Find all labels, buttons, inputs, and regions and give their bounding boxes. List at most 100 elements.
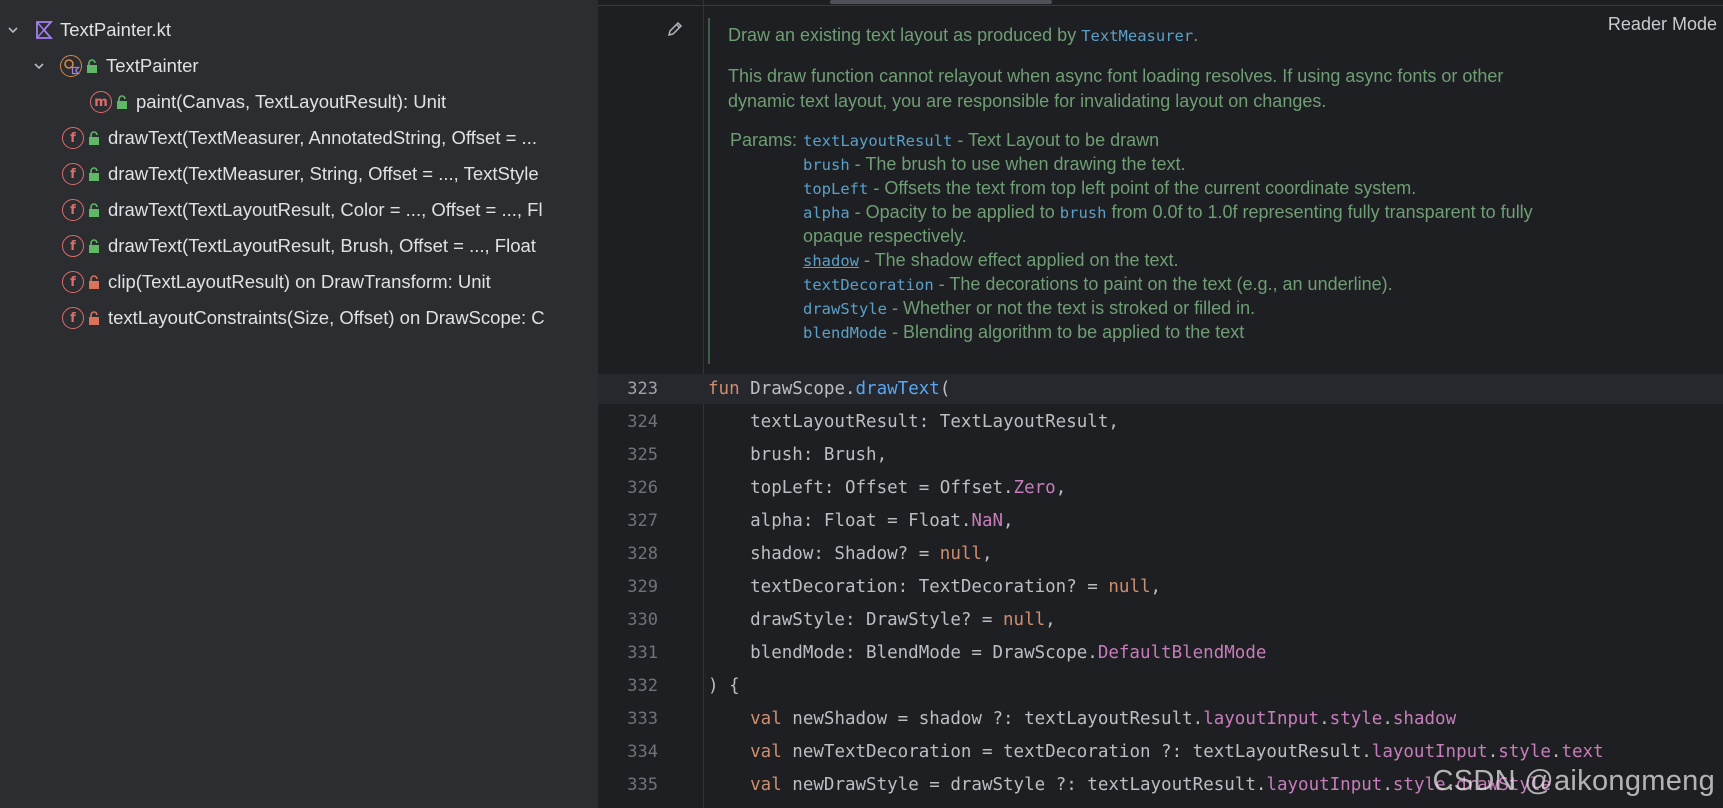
line-number[interactable]: 326 <box>598 473 658 503</box>
code-token: style <box>1498 742 1551 762</box>
param-name: textLayoutResult <box>803 132 953 150</box>
code-text[interactable]: val newShadow = shadow ?: textLayoutResu… <box>708 704 1456 734</box>
horizontal-scrollbar[interactable] <box>830 0 1052 4</box>
function-label: drawText(TextLayoutResult, Brush, Offset… <box>108 235 536 256</box>
code-text[interactable]: fun DrawScope.drawText( <box>708 374 950 404</box>
code-line[interactable]: 323 fun DrawScope.drawText( <box>598 374 1723 404</box>
tree-node-file[interactable]: TextPainter.kt <box>6 12 171 48</box>
rendered-doc-comment: Draw an existing text layout as produced… <box>708 18 1710 364</box>
param-item: textLayoutResult - Text Layout to be dra… <box>803 128 1159 153</box>
line-number[interactable]: 333 <box>598 704 658 734</box>
code-line[interactable]: 331 blendMode: BlendMode = DrawScope.Def… <box>598 638 1723 668</box>
code-token: . <box>1382 709 1393 729</box>
doc-summary-period: . <box>1193 25 1199 45</box>
code-text[interactable]: drawStyle: DrawStyle? = null, <box>708 605 1056 635</box>
code-line[interactable]: 324 textLayoutResult: TextLayoutResult, <box>598 407 1723 437</box>
chevron-down-icon[interactable] <box>6 23 20 37</box>
code-token: null <box>1003 610 1046 630</box>
tree-node-class[interactable]: TextPainter <box>32 48 199 84</box>
function-icon: f <box>62 307 84 329</box>
line-number[interactable]: 330 <box>598 605 658 635</box>
code-line[interactable]: 327 alpha: Float = Float.NaN, <box>598 506 1723 536</box>
function-icon: f <box>62 235 84 257</box>
tree-node-function[interactable]: f drawText(TextMeasurer, AnnotatedString… <box>62 120 537 156</box>
tree-node-function[interactable]: f drawText(TextLayoutResult, Brush, Offs… <box>62 228 536 264</box>
param-desc: - Opacity to be applied to <box>849 202 1060 222</box>
param-ref: brush <box>1059 204 1107 222</box>
param-item: blendMode - Blending algorithm to be app… <box>803 320 1244 345</box>
line-number[interactable]: 329 <box>598 572 658 602</box>
line-number[interactable]: 334 <box>598 737 658 767</box>
edit-pencil-icon[interactable] <box>666 20 684 38</box>
private-lock-icon <box>88 275 100 289</box>
param-desc: - Text Layout to be drawn <box>952 130 1160 150</box>
param-name: drawStyle <box>803 300 887 318</box>
param-desc: - The decorations to paint on the text (… <box>933 274 1393 294</box>
function-label: drawText(TextLayoutResult, Color = ..., … <box>108 199 543 220</box>
code-text[interactable]: textLayoutResult: TextLayoutResult, <box>708 407 1119 437</box>
code-token: DefaultBlendMode <box>1097 643 1267 663</box>
line-number[interactable]: 328 <box>598 539 658 569</box>
line-number[interactable]: 331 <box>598 638 658 668</box>
code-line[interactable]: 329 textDecoration: TextDecoration? = nu… <box>598 572 1723 602</box>
tree-node-function[interactable]: f clip(TextLayoutResult) on DrawTransfor… <box>62 264 491 300</box>
params-label: Params: <box>730 130 798 150</box>
code-text[interactable]: alpha: Float = Float.NaN, <box>708 506 1014 536</box>
code-token: , <box>1003 511 1014 531</box>
param-item: drawStyle - Whether or not the text is s… <box>803 296 1255 321</box>
code-token: val <box>708 775 793 795</box>
code-text[interactable]: shadow: Shadow? = null, <box>708 539 992 569</box>
code-token: layoutInput <box>1266 775 1383 795</box>
line-number[interactable]: 332 <box>598 671 658 701</box>
line-number[interactable]: 327 <box>598 506 658 536</box>
code-text[interactable]: blendMode: BlendMode = DrawScope.Default… <box>708 638 1266 668</box>
code-text[interactable]: topLeft: Offset = Offset.Zero, <box>708 473 1066 503</box>
code-token: . <box>1382 775 1393 795</box>
code-token: style <box>1329 709 1383 729</box>
chevron-down-icon[interactable] <box>32 59 46 73</box>
divider <box>598 5 1723 6</box>
code-token: , <box>1150 577 1162 597</box>
code-line[interactable]: 334 val newTextDecoration = textDecorati… <box>598 737 1723 767</box>
code-token: shadow: Shadow? = <box>708 544 940 564</box>
code-line[interactable]: 333 val newShadow = shadow ?: textLayout… <box>598 704 1723 734</box>
param-desc: - The brush to use when drawing the text… <box>849 154 1186 174</box>
line-number[interactable]: 323 <box>598 374 658 404</box>
tree-node-function[interactable]: f drawText(TextLayoutResult, Color = ...… <box>62 192 543 228</box>
class-name: TextPainter <box>106 55 199 76</box>
doc-link-textmeasurer[interactable]: TextMeasurer <box>1081 27 1193 45</box>
param-name: textDecoration <box>803 276 934 294</box>
param-name-link[interactable]: shadow <box>803 252 859 270</box>
code-line[interactable]: 325 brush: Brush, <box>598 440 1723 470</box>
function-icon: f <box>62 199 84 221</box>
method-label: paint(Canvas, TextLayoutResult): Unit <box>136 91 447 112</box>
code-line[interactable]: 328 shadow: Shadow? = null, <box>598 539 1723 569</box>
param-desc: - Whether or not the text is stroked or … <box>887 298 1256 318</box>
code-line[interactable]: 330 drawStyle: DrawStyle? = null, <box>598 605 1723 635</box>
code-line[interactable]: 332 ) { <box>598 671 1723 701</box>
tree-node-method[interactable]: m paint(Canvas, TextLayoutResult): Unit <box>90 84 446 120</box>
function-icon: f <box>62 163 84 185</box>
code-token: Zero <box>1013 478 1056 498</box>
code-token: ) { <box>708 676 740 696</box>
doc-note: This draw function cannot relayout when … <box>728 64 1503 114</box>
param-item: textDecoration - The decorations to pain… <box>803 272 1393 297</box>
code-text[interactable]: ) { <box>708 671 740 701</box>
code-text[interactable]: val newTextDecoration = textDecoration ?… <box>708 737 1603 767</box>
code-editor[interactable]: Reader Mode Draw an existing text layout… <box>598 0 1723 808</box>
code-text[interactable]: val newDrawStyle = drawStyle ?: textLayo… <box>708 770 1551 800</box>
line-number[interactable]: 335 <box>598 770 658 800</box>
param-desc: - Offsets the text from top left point o… <box>868 178 1417 198</box>
code-token: newShadow = shadow ?: textLayoutResult. <box>792 709 1204 729</box>
public-lock-icon <box>116 95 128 109</box>
code-line[interactable]: 326 topLeft: Offset = Offset.Zero, <box>598 473 1723 503</box>
public-lock-icon <box>88 203 100 217</box>
tree-node-function[interactable]: f drawText(TextMeasurer, String, Offset … <box>62 156 539 192</box>
param-name: blendMode <box>803 324 887 342</box>
code-text[interactable]: brush: Brush, <box>708 440 887 470</box>
line-number[interactable]: 325 <box>598 440 658 470</box>
tree-node-function[interactable]: f textLayoutConstraints(Size, Offset) on… <box>62 300 545 336</box>
line-number[interactable]: 324 <box>598 407 658 437</box>
doc-note-line: dynamic text layout, you are responsible… <box>728 91 1327 111</box>
code-text[interactable]: textDecoration: TextDecoration? = null, <box>708 572 1161 602</box>
